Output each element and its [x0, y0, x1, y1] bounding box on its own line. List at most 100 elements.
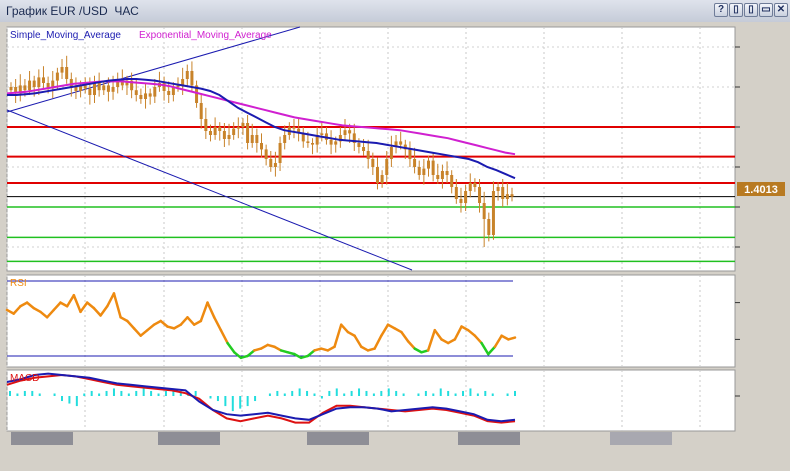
candle-body	[399, 141, 403, 145]
candle-body	[185, 71, 189, 79]
price-panel	[6, 26, 736, 272]
candle-body	[496, 187, 500, 191]
rsi-segment	[507, 336, 517, 341]
date-label-box	[610, 432, 672, 445]
candle-body	[454, 187, 458, 199]
date-label-box	[307, 432, 369, 445]
candle-body	[41, 77, 45, 83]
candle-body	[487, 219, 491, 235]
candle-body	[413, 159, 417, 167]
candle-body	[343, 130, 347, 135]
candle-body	[9, 87, 13, 91]
candle-body	[88, 88, 92, 95]
candle-body	[389, 147, 393, 159]
candle-body	[139, 95, 143, 99]
candle-body	[106, 85, 110, 92]
current-price-tag: 1.4013	[737, 182, 785, 196]
candle-body	[55, 72, 59, 81]
candle-body	[311, 143, 315, 145]
candle-body	[445, 171, 449, 175]
candle-body	[278, 143, 282, 163]
candle-body	[69, 79, 73, 87]
candle-body	[269, 159, 273, 167]
chart-area: Simple_Moving_Average Exponential_Moving…	[0, 22, 790, 471]
current-price-label: 1.4013	[744, 184, 778, 196]
candle-body	[478, 187, 482, 203]
window-title: График EUR /USD ЧАС	[6, 4, 139, 18]
candle-body	[74, 87, 78, 91]
maximize-button[interactable]: ▭	[759, 3, 773, 17]
candle-body	[190, 71, 194, 86]
candle-body	[167, 91, 171, 95]
candle-body	[102, 85, 106, 91]
candle-body	[450, 175, 454, 187]
candle-body	[329, 139, 333, 145]
candle-body	[482, 203, 486, 219]
candle-body	[144, 93, 148, 99]
candle-body	[366, 151, 370, 159]
candle-body	[375, 167, 379, 183]
chart-window: График EUR /USD ЧАС ? ▯ ▯ ▭ ✕ Simple_Mov…	[0, 0, 790, 471]
candle-body	[222, 131, 226, 139]
candle-body	[232, 128, 236, 135]
candle-body	[60, 67, 64, 73]
rsi-panel	[6, 274, 736, 368]
candle-body	[348, 130, 352, 134]
candle-body	[306, 141, 310, 143]
ema-legend: Exponential_Moving_Average	[139, 30, 272, 41]
candle-body	[264, 149, 268, 159]
candle-body	[23, 85, 27, 91]
candle-body	[218, 127, 222, 131]
candle-body	[464, 191, 468, 203]
candle-body	[468, 183, 472, 191]
candle-body	[255, 135, 259, 143]
candle-body	[505, 194, 509, 199]
candle-body	[320, 133, 324, 135]
candle-body	[436, 175, 440, 179]
tile-vertical-button[interactable]: ▯	[729, 3, 743, 17]
candle-body	[134, 90, 138, 95]
candle-body	[37, 77, 41, 87]
candle-body	[427, 160, 430, 169]
macd-legend: MACD	[10, 373, 39, 384]
candle-body	[153, 87, 157, 97]
candle-body	[283, 135, 287, 143]
candle-body	[236, 127, 240, 129]
close-button[interactable]: ✕	[774, 3, 788, 17]
candle-body	[334, 141, 338, 145]
candle-body	[408, 149, 412, 159]
candle-body	[208, 131, 212, 135]
rsi-legend: RSI	[10, 278, 27, 289]
date-label-box	[11, 432, 73, 445]
candle-body	[227, 135, 231, 139]
tile-horizontal-button[interactable]: ▯	[744, 3, 758, 17]
date-label-box	[158, 432, 220, 445]
candle-body	[148, 93, 152, 97]
candle-body	[380, 175, 384, 183]
candle-body	[417, 167, 421, 175]
candle-body	[371, 159, 375, 167]
candle-body	[357, 143, 361, 147]
candle-body	[199, 103, 203, 119]
candle-body	[65, 67, 69, 79]
candle-body	[292, 127, 296, 129]
date-label-box	[458, 432, 520, 445]
candle-body	[260, 143, 263, 150]
candle-body	[459, 199, 463, 203]
candle-body	[250, 135, 254, 143]
candle-body	[362, 147, 366, 151]
candle-body	[111, 87, 115, 92]
candle-body	[241, 123, 245, 127]
macd-panel	[6, 369, 736, 432]
candle-body	[213, 127, 217, 135]
candle-body	[83, 85, 87, 89]
candle-body	[422, 168, 426, 175]
help-button[interactable]: ?	[714, 3, 728, 17]
candle-body	[32, 80, 36, 87]
candle-body	[431, 160, 435, 175]
sma-legend: Simple_Moving_Average	[10, 30, 121, 41]
candle-body	[246, 123, 250, 143]
candle-body	[385, 159, 389, 175]
candle-body	[510, 194, 514, 197]
candle-body	[273, 163, 277, 167]
